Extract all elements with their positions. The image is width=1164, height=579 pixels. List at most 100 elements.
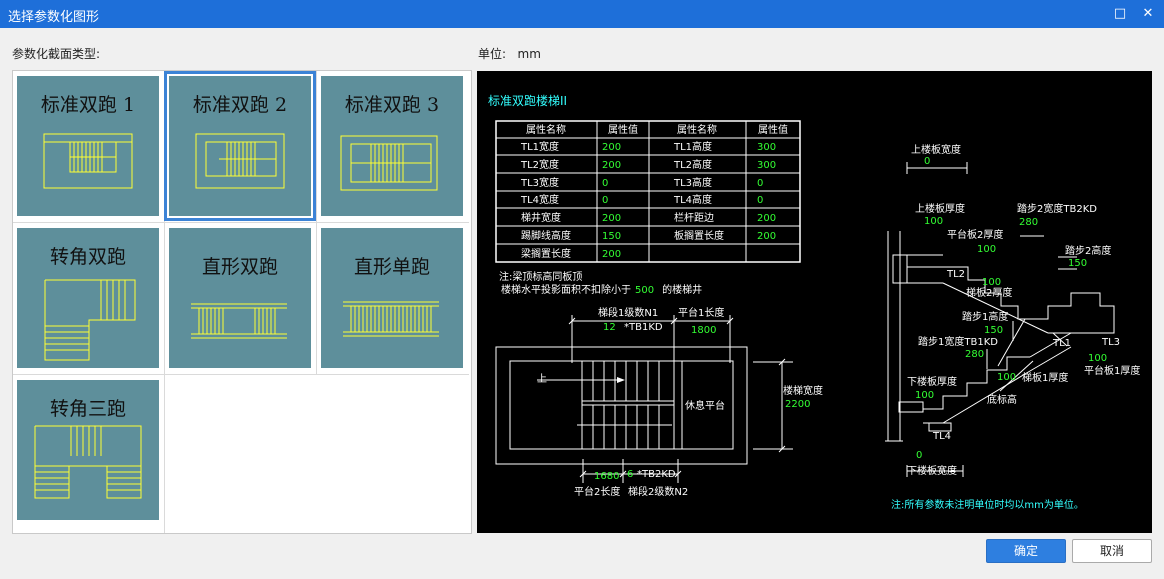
section-upper-slab-thk-value: 100: [924, 216, 943, 227]
section-upper-slab-width-value: 0: [924, 156, 930, 167]
section-plat2-thk-value: 100: [977, 244, 996, 255]
table-cell-value: 300: [757, 142, 776, 153]
plan-rest-label: 休息平台: [685, 399, 725, 412]
plan-plat2-label: 平台2长度: [574, 485, 620, 498]
table-cell-value: 200: [757, 213, 776, 224]
section-plat2-thk-label: 平台板2厚度: [947, 228, 1003, 241]
section-lower-slab-width-label: 下楼板宽度: [907, 464, 957, 477]
plan-seg2-code: *TB2KD: [637, 469, 676, 480]
preview-note-1: 注:梁顶标高同板顶: [499, 270, 582, 283]
plan-view-drawing: 梯段1级数N1 12 *TB1KD 平台1长度 1800 上 休息平台 楼梯宽度…: [495, 306, 823, 498]
section-step2-width-value: 280: [1019, 217, 1038, 228]
section-plat1-thk-label: 平台板1厚度: [1084, 364, 1140, 377]
plan-seg2-value: 6: [627, 469, 633, 480]
table-cell-value: 0: [757, 178, 763, 189]
preview-title: 标准双跑楼梯II: [488, 93, 567, 108]
section-upper-slab-width-label: 上楼板宽度: [911, 143, 961, 156]
table-cell-name: TL2高度: [673, 158, 712, 171]
table-cell-name: 踢脚线高度: [521, 229, 571, 242]
section-slab2-value: 100: [982, 277, 1001, 288]
plan-width-value: 2200: [785, 399, 810, 410]
shape-item-standard-double-2[interactable]: 标准双跑 2: [164, 71, 317, 223]
plan-plat2-value: 1680: [594, 471, 619, 482]
plan-seg1-value: 12: [603, 322, 616, 333]
shape-tile: 标准双跑 2: [164, 71, 316, 221]
section-bottom-elev-label: 底标高: [987, 393, 1017, 406]
table-cell-value: 200: [602, 249, 621, 260]
maximize-button[interactable]: □: [1108, 3, 1132, 25]
section-step1-height-value: 150: [984, 325, 1003, 336]
shape-gallery: 标准双跑 1 标准双跑 2 标准双跑 3 转角双跑 直形双跑 直形单跑 转角三跑: [12, 70, 472, 534]
parameter-table: 属性名称 属性值 属性名称 属性值 TL1宽度 200 TL1高度 300 TL…: [495, 120, 801, 263]
preview-footnote: 注:所有参数未注明单位时均以mm为单位。: [891, 498, 1084, 511]
shape-item-straight-double[interactable]: 直形双跑: [165, 223, 317, 375]
stair-thumbnail-icon: [195, 133, 285, 189]
unit-value: mm: [517, 47, 541, 61]
stair-thumbnail-icon: [44, 279, 136, 361]
preview-note-2: 楼梯水平投影面积不扣除小于 500 的楼梯井: [501, 283, 702, 296]
section-step1-height-label: 踏步1高度: [962, 310, 1008, 323]
shape-tile: 标准双跑 3: [321, 76, 463, 216]
section-step2-height-value: 150: [1068, 258, 1087, 269]
close-button[interactable]: ✕: [1136, 3, 1160, 25]
table-cell-name: TL3宽度: [520, 176, 559, 189]
stair-thumbnail-icon: [343, 301, 439, 337]
plan-seg1-label: 梯段1级数N1: [598, 306, 658, 319]
section-tl3: TL3: [1101, 337, 1120, 348]
stair-preview-canvas: 标准双跑楼梯II 属性名称 属性值 属性名称 属性值 TL1宽度 200 TL1…: [477, 71, 1152, 533]
table-cell-value: 0: [602, 178, 608, 189]
table-cell-name: TL3高度: [673, 176, 712, 189]
table-header: 属性值: [608, 123, 638, 136]
table-cell-value: 0: [602, 195, 608, 206]
shape-item-corner-double[interactable]: 转角双跑: [13, 223, 165, 375]
plan-plat1-value: 1800: [691, 325, 716, 336]
table-cell-value: 0: [757, 195, 763, 206]
table-cell-name: 栏杆距边: [674, 211, 714, 224]
shape-item-standard-double-3[interactable]: 标准双跑 3: [317, 71, 469, 223]
table-cell-name: TL4高度: [673, 193, 712, 206]
section-upper-slab-thk-label: 上楼板厚度: [915, 202, 965, 215]
cancel-button[interactable]: 取消: [1072, 539, 1152, 563]
section-step1-width-value: 280: [965, 349, 984, 360]
section-tl2: TL2: [946, 269, 965, 280]
table-cell-name: 梁搁置长度: [521, 247, 571, 260]
stair-thumbnail-icon: [340, 135, 438, 191]
table-cell-name: TL4宽度: [520, 193, 559, 206]
section-tl4: TL4: [932, 431, 951, 442]
table-cell-value: 200: [757, 231, 776, 242]
ok-button[interactable]: 确定: [986, 539, 1066, 563]
table-cell-name: 梯井宽度: [521, 211, 561, 224]
table-header: 属性名称: [526, 123, 566, 136]
section-step1-width-label: 踏步1宽度TB1KD: [918, 335, 998, 348]
plan-width-label: 楼梯宽度: [783, 384, 823, 397]
section-tl1: TL1: [1052, 338, 1071, 349]
table-header: 属性值: [758, 123, 788, 136]
section-view-drawing: 上楼板宽度 0 上楼板厚度 100 踏步2宽度TB2KD 280 平台板2厚度 …: [885, 143, 1140, 477]
plan-plat1-label: 平台1长度: [678, 306, 724, 319]
section-lower-slab-width-value: 0: [916, 450, 922, 461]
table-cell-value: 200: [602, 142, 621, 153]
section-slab1-label: 梯板1厚度: [1022, 371, 1068, 384]
plan-seg2-label: 梯段2级数N2: [628, 485, 688, 498]
shape-tile: 直形单跑: [321, 228, 463, 368]
section-slab1-value: 100: [997, 372, 1016, 383]
table-cell-value: 300: [757, 160, 776, 171]
shape-tile: 直形双跑: [169, 228, 311, 368]
shape-tile: 转角双跑: [17, 228, 159, 368]
table-cell-name: TL1高度: [673, 140, 712, 153]
arrow-icon: [617, 377, 625, 383]
table-cell-value: 150: [602, 231, 621, 242]
section-plat1-thk-value: 100: [1088, 353, 1107, 364]
table-cell-name: 板搁置长度: [674, 229, 724, 242]
table-cell-value: 200: [602, 160, 621, 171]
unit-label: 单位: mm: [478, 47, 541, 61]
window-title: 选择参数化图形: [8, 10, 100, 25]
stair-thumbnail-icon: [191, 303, 287, 339]
section-step2-width-label: 踏步2宽度TB2KD: [1017, 202, 1097, 215]
table-header: 属性名称: [677, 123, 717, 136]
shape-item-standard-double-1[interactable]: 标准双跑 1: [13, 71, 165, 223]
section-type-label: 参数化截面类型:: [12, 47, 101, 61]
shape-item-straight-single[interactable]: 直形单跑: [317, 223, 469, 375]
stair-thumbnail-icon: [43, 133, 133, 189]
shape-item-corner-triple[interactable]: 转角三跑: [13, 375, 165, 533]
